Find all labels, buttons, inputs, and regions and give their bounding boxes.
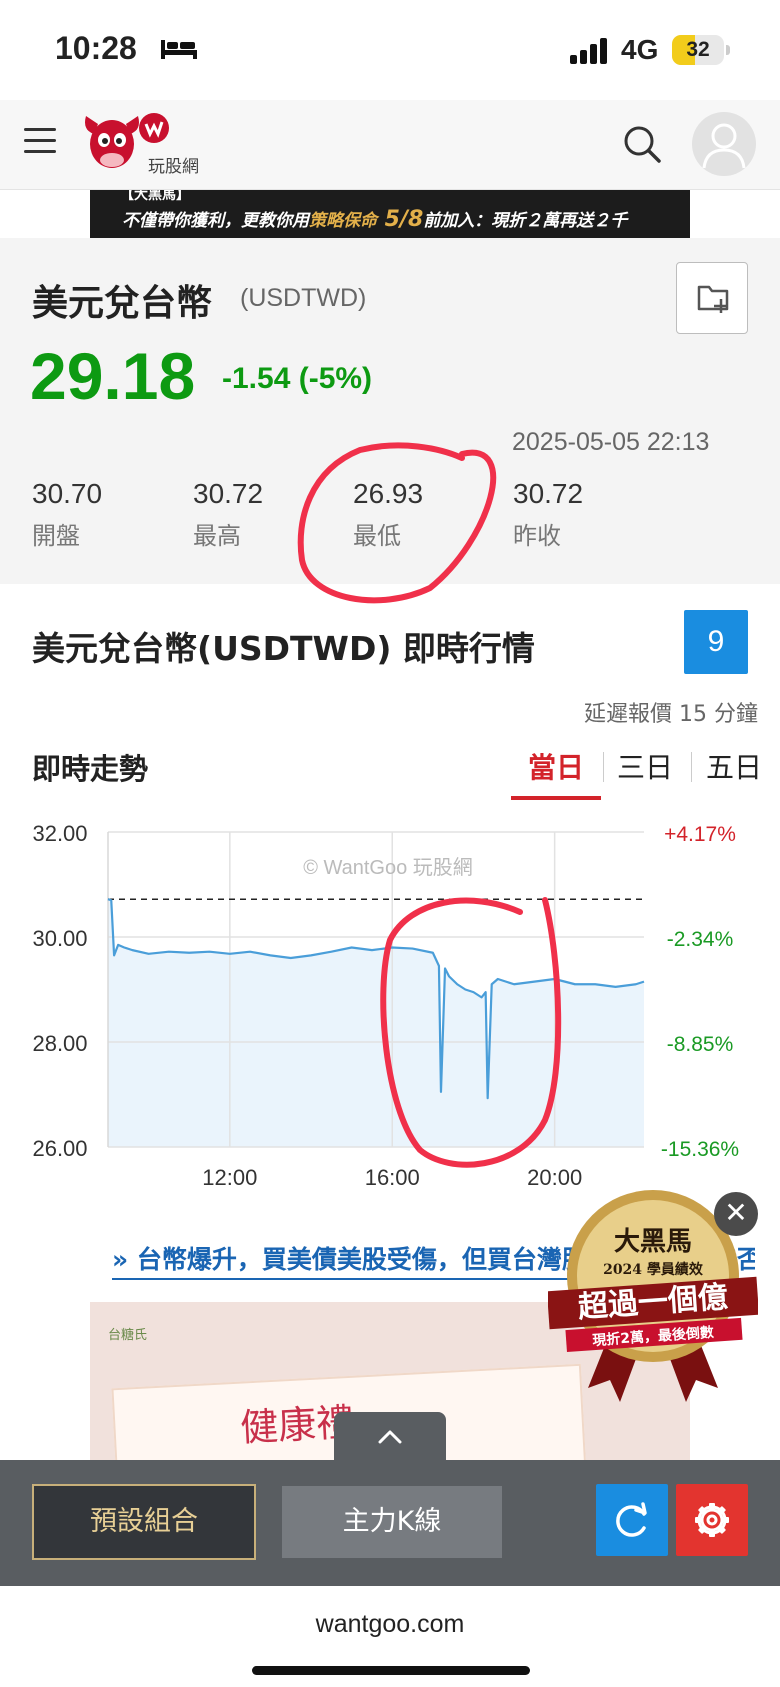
menu-icon[interactable] — [24, 128, 56, 154]
y-tick-label: 28.00 — [32, 1031, 87, 1056]
price-change: -1.54 (-5%) — [222, 362, 373, 395]
status-time: 10:28 — [55, 30, 137, 66]
logo-text: 玩股網 — [148, 157, 199, 177]
intraday-chart[interactable]: 32.00 +4.17% 30.00 -2.34% 28.00 -8.85% 26.00 -1… — [0, 812, 780, 1212]
quote-panel: 美元兌台幣 (USDTWD) 29.18 -1.54 (-5%) 2025-05… — [0, 238, 780, 584]
bed-icon — [161, 40, 197, 59]
stat-open: 30.70 開盤 — [32, 478, 103, 550]
y-tick-label: 30.00 — [32, 926, 87, 951]
stat-low: 26.93 最低 — [353, 478, 424, 550]
refresh-button[interactable] — [596, 1484, 668, 1556]
y-right-tick-label: +4.17% — [664, 823, 736, 846]
banner-title: 【大黑馬】 — [120, 190, 190, 203]
y-right-tick-label: -2.34% — [667, 928, 734, 951]
y-tick-label: 26.00 — [32, 1136, 87, 1161]
url-domain[interactable]: wantgoo.com — [0, 1610, 780, 1639]
tab-three-day[interactable]: 三日 — [617, 746, 673, 786]
add-to-folder-button[interactable] — [676, 262, 748, 334]
section-title: 美元兌台幣(USDTWD) 即時行情 — [32, 629, 535, 668]
battery-icon: 32 — [672, 35, 730, 65]
gear-icon — [695, 1503, 729, 1537]
close-icon[interactable]: ✕ — [714, 1192, 758, 1236]
instrument-code: (USDTWD) — [240, 284, 367, 312]
tab-divider — [603, 752, 604, 782]
x-tick-label: 16:00 — [365, 1165, 420, 1190]
active-tab-indicator — [511, 796, 601, 800]
promo-line2: 2024 學員績效 — [603, 1261, 704, 1278]
browser-footer: wantgoo.com — [0, 1586, 780, 1687]
folder-add-icon — [697, 285, 729, 313]
preset-combo-button[interactable]: 預設組合 — [32, 1484, 256, 1560]
banner-text: 不僅帶你獲利，更教你用策略保命 5/8前加入：現折２萬再送２千 — [122, 207, 628, 232]
instrument-name: 美元兌台幣 — [32, 283, 213, 324]
trend-title: 即時走勢 — [32, 752, 149, 786]
quote-datetime: 2025-05-05 22:13 — [512, 428, 710, 456]
x-tick-label: 20:00 — [527, 1165, 582, 1190]
home-indicator[interactable] — [252, 1666, 530, 1675]
stat-high: 30.72 最高 — [193, 478, 264, 550]
avatar-icon[interactable] — [692, 112, 756, 176]
delay-note: 延遲報價 15 分鐘 — [584, 702, 758, 727]
refresh-icon — [616, 1502, 647, 1537]
promo-line1: 大黑馬 — [614, 1227, 692, 1257]
settings-button[interactable] — [676, 1484, 748, 1556]
network-type: 4G — [621, 34, 659, 65]
current-price: 29.18 — [30, 339, 196, 413]
y-tick-label: 32.00 — [32, 821, 87, 846]
y-right-tick-label: -15.36% — [661, 1138, 739, 1161]
search-icon[interactable] — [622, 124, 662, 164]
main-kline-button[interactable]: 主力K線 — [282, 1486, 502, 1558]
tab-five-day[interactable]: 五日 — [706, 746, 762, 786]
signal-icon — [570, 36, 610, 64]
stat-prev-close: 30.72 昨收 — [513, 478, 584, 550]
chart-watermark: © WantGoo 玩股網 — [303, 856, 473, 879]
ad-banner[interactable]: 【大黑馬】 不僅帶你獲利，更教你用策略保命 5/8前加入：現折２萬再送２千 — [90, 190, 690, 238]
tab-today[interactable]: 當日 — [528, 746, 584, 786]
chevron-up-icon — [378, 1430, 402, 1444]
ad-brand: 台糖氏 — [108, 1328, 148, 1343]
notification-badge[interactable]: 9 — [684, 610, 748, 674]
site-header: 玩股網 — [0, 100, 780, 190]
y-right-tick-label: -8.85% — [667, 1033, 734, 1056]
x-tick-label: 12:00 — [202, 1165, 257, 1190]
collapse-toolbar-button[interactable] — [334, 1412, 446, 1464]
battery-level: 32 — [686, 38, 710, 61]
tab-divider — [691, 752, 692, 782]
status-bar: 10:28 4G 32 — [0, 0, 780, 100]
